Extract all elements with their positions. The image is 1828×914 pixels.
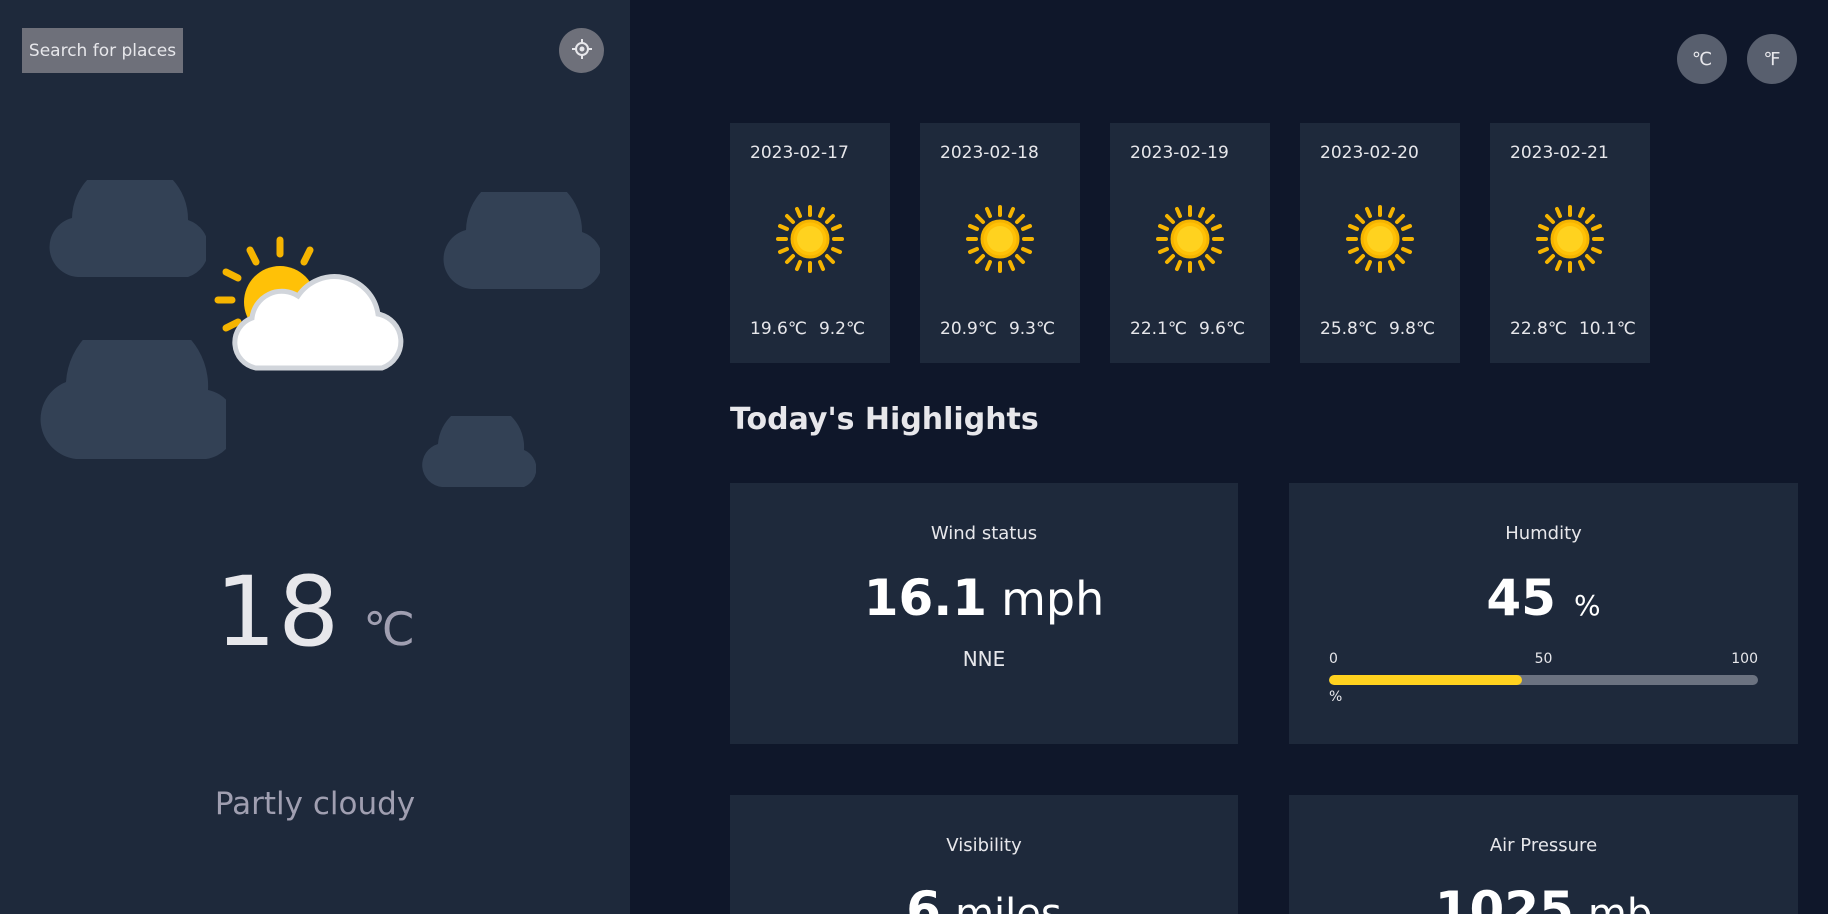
humidity-value: 45 — [1486, 569, 1556, 627]
wind-label: Wind status — [930, 523, 1038, 544]
humidity-scale-min: 0 — [1329, 651, 1338, 667]
forecast-card: 2023-02-20 25.8℃ 9.8℃ — [1300, 123, 1460, 363]
highlights-title: Today's Highlights — [730, 402, 1039, 437]
pressure-value-row: 1025 mb — [1289, 881, 1798, 914]
search-places-button[interactable]: Search for places — [22, 28, 183, 73]
current-location-button[interactable] — [559, 28, 604, 73]
forecast-temperatures: 22.8℃ 10.1℃ — [1510, 319, 1636, 339]
sun-icon — [966, 205, 1034, 277]
background-cloud-icon — [443, 192, 600, 289]
forecast-min: 9.8℃ — [1388, 319, 1436, 339]
forecast-max: 25.8℃ — [1320, 319, 1377, 339]
wind-value-row: 16.1 mph — [730, 569, 1238, 627]
background-cloud-icon — [49, 180, 206, 277]
pressure-label: Air Pressure — [1489, 835, 1598, 856]
main-content: ℃ ℉ 2023-02-17 19.6℃ 9.2℃ 2023-02-18 20.… — [630, 0, 1828, 914]
air-pressure-card: Air Pressure 1025 mb — [1289, 795, 1798, 914]
humidity-scale-unit: % — [1329, 689, 1343, 705]
wind-status-card: Wind status 16.1 mph NNE — [730, 483, 1238, 744]
forecast-date: 2023-02-21 — [1510, 143, 1609, 163]
humidity-scale-max: 100 — [1731, 651, 1758, 667]
partly-cloudy-icon — [212, 232, 408, 376]
sun-icon — [776, 205, 844, 277]
weather-condition: Partly cloudy — [214, 786, 416, 822]
forecast-date: 2023-02-18 — [940, 143, 1039, 163]
sun-icon — [1346, 205, 1414, 277]
humidity-value-row: 45 % — [1289, 569, 1798, 627]
visibility-card: Visibility 6 miles — [730, 795, 1238, 914]
celsius-button[interactable]: ℃ — [1677, 34, 1727, 84]
humidity-scale-mid: 50 — [1534, 651, 1553, 667]
temperature-unit: ℃ — [363, 602, 415, 656]
forecast-card: 2023-02-19 22.1℃ 9.6℃ — [1110, 123, 1270, 363]
forecast-temperatures: 20.9℃ 9.3℃ — [940, 319, 1055, 339]
forecast-min: 9.3℃ — [1008, 319, 1056, 339]
humidity-unit: % — [1573, 589, 1601, 622]
visibility-unit: miles — [955, 891, 1062, 914]
temperature-value: 18 — [215, 556, 342, 668]
crosshair-icon — [571, 38, 593, 63]
visibility-label: Visibility — [946, 835, 1022, 856]
current-temperature: 18 ℃ — [0, 556, 630, 668]
forecast-date: 2023-02-20 — [1320, 143, 1419, 163]
sun-icon — [1156, 205, 1224, 277]
humidity-progress-fill — [1329, 675, 1523, 685]
forecast-card: 2023-02-17 19.6℃ 9.2℃ — [730, 123, 890, 363]
wind-value: 16.1 — [863, 569, 988, 627]
forecast-min: 10.1℃ — [1578, 319, 1636, 339]
humidity-card: Humdity 45 % 0 50 100 % — [1289, 483, 1798, 744]
visibility-value-row: 6 miles — [730, 881, 1238, 914]
forecast-min: 9.2℃ — [818, 319, 866, 339]
background-cloud-icon — [422, 416, 536, 487]
forecast-max: 22.8℃ — [1510, 319, 1567, 339]
humidity-label: Humdity — [1505, 523, 1582, 544]
forecast-max: 22.1℃ — [1130, 319, 1187, 339]
forecast-min: 9.6℃ — [1198, 319, 1246, 339]
wind-unit: mph — [1001, 572, 1105, 626]
fahrenheit-button[interactable]: ℉ — [1747, 34, 1797, 84]
background-cloud-icon — [40, 340, 226, 459]
weather-app: Search for places 18 ℃ Partly cloudy ℃ ℉… — [0, 0, 1828, 914]
forecast-date: 2023-02-17 — [750, 143, 849, 163]
forecast-card: 2023-02-18 20.9℃ 9.3℃ — [920, 123, 1080, 363]
forecast-temperatures: 19.6℃ 9.2℃ — [750, 319, 865, 339]
forecast-card: 2023-02-21 22.8℃ 10.1℃ — [1490, 123, 1650, 363]
humidity-progress-bar — [1329, 675, 1758, 685]
pressure-unit: mb — [1587, 891, 1653, 914]
visibility-value: 6 — [906, 881, 942, 914]
forecast-temperatures: 25.8℃ 9.8℃ — [1320, 319, 1435, 339]
forecast-date: 2023-02-19 — [1130, 143, 1229, 163]
current-weather-sidebar: Search for places 18 ℃ Partly cloudy — [0, 0, 630, 914]
wind-direction: NNE — [962, 647, 1006, 671]
pressure-value: 1025 — [1434, 881, 1574, 914]
forecast-max: 19.6℃ — [750, 319, 807, 339]
forecast-max: 20.9℃ — [940, 319, 997, 339]
sun-icon — [1536, 205, 1604, 277]
forecast-temperatures: 22.1℃ 9.6℃ — [1130, 319, 1245, 339]
